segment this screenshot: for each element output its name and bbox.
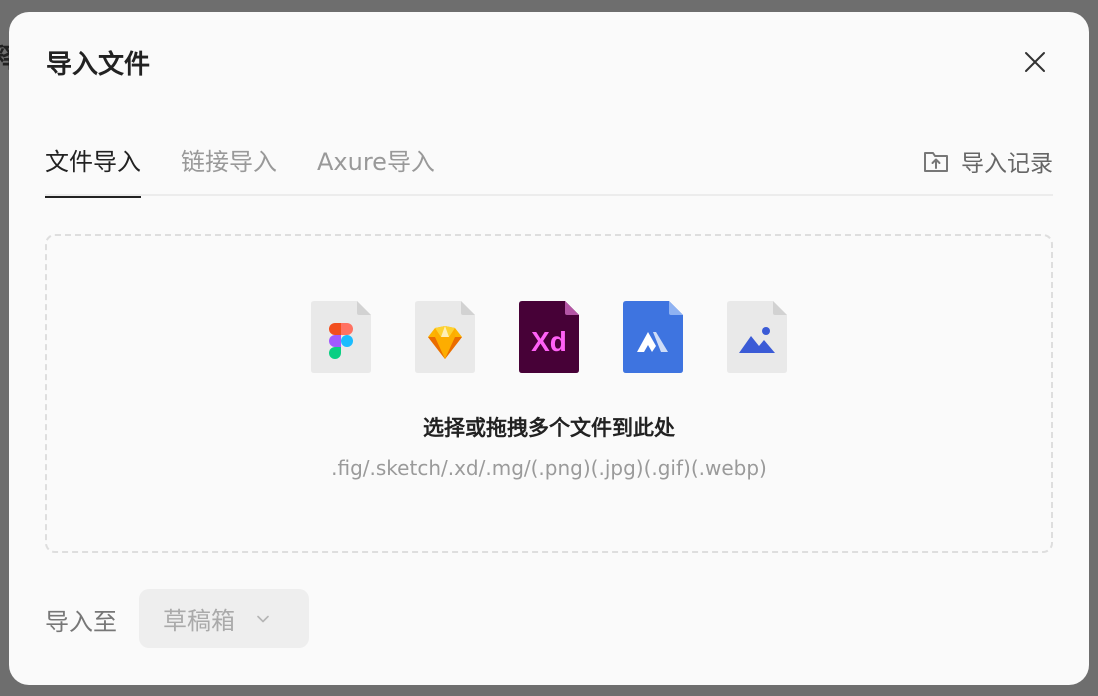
import-to-label: 导入至 [45,608,117,636]
import-destination-value: 草稿箱 [163,607,235,635]
folder-upload-icon [924,152,948,172]
figma-file-icon [311,301,371,373]
import-history-label: 导入记录 [961,151,1053,177]
close-icon [1025,52,1045,72]
import-history-button[interactable]: 导入记录 [923,144,1053,178]
tab-axure-import[interactable]: Axure导入 [317,142,435,196]
mastergo-file-icon [623,301,683,373]
file-type-icons: Xd [311,301,787,373]
dropzone-formats: .fig/.sketch/.xd/.mg/(.png)(.jpg)(.gif)(… [331,456,767,480]
tab-link-import[interactable]: 链接导入 [181,142,277,196]
file-dropzone[interactable]: Xd 选择或拖拽多个文件到此处 .fig/.sketch/.xd/.mg/(.p… [45,234,1053,553]
chevron-down-icon [257,615,269,623]
svg-text:Xd: Xd [531,326,567,357]
dialog-title: 导入文件 [46,50,151,80]
xd-file-icon: Xd [519,301,579,373]
close-button[interactable] [1019,46,1051,78]
dropzone-title: 选择或拖拽多个文件到此处 [423,416,675,440]
image-file-icon [727,301,787,373]
import-destination-select[interactable]: 草稿箱 [139,589,309,648]
sketch-file-icon [415,301,475,373]
import-tabs: 文件导入 链接导入 Axure导入 导入记录 [45,138,1053,198]
tab-file-import[interactable]: 文件导入 [45,142,141,198]
import-file-dialog: 导入文件 文件导入 链接导入 Axure导入 导入记录 Xd 选择或拖拽多个文件… [9,12,1089,685]
